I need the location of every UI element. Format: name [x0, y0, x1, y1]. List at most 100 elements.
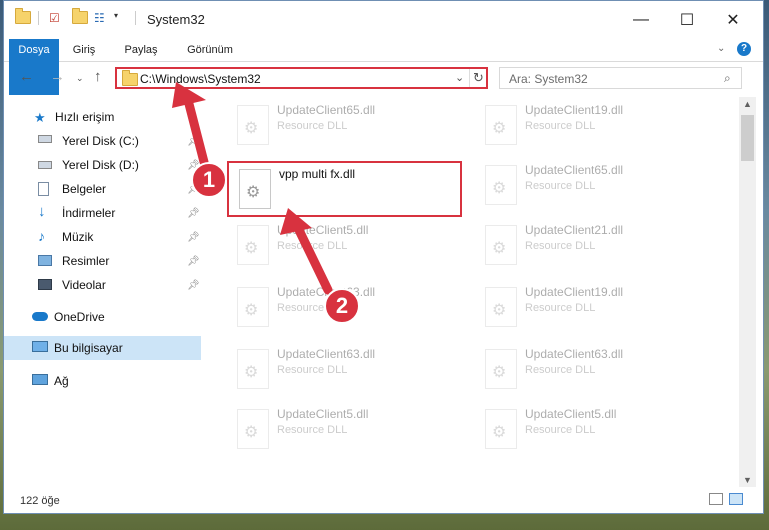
file-item-highlighted[interactable]: ⚙ vpp multi fx.dll	[227, 161, 462, 217]
dll-file-icon: ⚙	[237, 287, 269, 327]
window-title: System32	[147, 12, 205, 27]
pin-icon[interactable]: 📌︎	[187, 208, 200, 219]
address-folder-icon	[122, 70, 138, 86]
forward-arrow-icon[interactable]: →	[50, 68, 65, 85]
address-dropdown-icon[interactable]: ⌄	[455, 71, 464, 84]
file-item[interactable]: ⚙ UpdateClient21.dll Resource DLL	[475, 219, 710, 275]
file-name: UpdateClient5.dll	[277, 407, 369, 421]
computer-icon	[32, 341, 48, 352]
file-type: Resource DLL	[277, 120, 348, 132]
new-folder-icon[interactable]	[72, 8, 88, 24]
sidebar-item-pictures[interactable]: Resimler 📌︎	[4, 249, 201, 273]
pin-icon[interactable]: 📌︎	[187, 280, 200, 291]
file-item[interactable]: ⚙ UpdateClient19.dll Resource DLL	[475, 99, 710, 155]
address-path: C:\Windows\System32	[140, 72, 261, 86]
help-icon[interactable]: ?	[737, 42, 751, 56]
sidebar-item-onedrive[interactable]: OneDrive	[4, 305, 201, 329]
file-list: ⚙ UpdateClient65.dll Resource DLL ⚙ vpp …	[209, 97, 739, 487]
large-icons-view-icon[interactable]	[729, 493, 743, 505]
tab-view[interactable]: Görünüm	[180, 39, 240, 61]
file-name: UpdateClient65.dll	[277, 103, 376, 117]
refresh-icon[interactable]: ↻	[473, 70, 484, 86]
file-item[interactable]: ⚙ UpdateClient5.dll Resource DLL	[227, 403, 462, 459]
dll-file-icon: ⚙	[485, 105, 517, 145]
sidebar-item-local-disk-c[interactable]: Yerel Disk (C:) 📌︎	[4, 129, 201, 153]
sidebar-item-label: Resimler	[62, 254, 110, 268]
close-button[interactable]: ✕	[710, 1, 756, 39]
navigation-bar: ← → ⌄ ↑ C:\Windows\System32 ⌄ ↻ Ara: Sys…	[4, 62, 763, 94]
search-box[interactable]: Ara: System32 ⌕	[499, 67, 742, 89]
sidebar-item-network[interactable]: Ağ	[4, 369, 201, 393]
tab-home[interactable]: Giriş	[62, 39, 106, 61]
scroll-thumb[interactable]	[741, 115, 754, 161]
dll-file-icon: ⚙	[485, 165, 517, 205]
maximize-button[interactable]: ☐	[664, 1, 710, 39]
file-name: UpdateClient19.dll	[525, 103, 624, 117]
sidebar-item-label: Müzik	[62, 230, 94, 244]
back-arrow-icon[interactable]: ←	[19, 68, 34, 85]
minimize-button[interactable]: —	[618, 1, 664, 39]
sidebar-item-this-pc[interactable]: Bu bilgisayar	[4, 336, 201, 360]
details-view-icon[interactable]	[709, 493, 723, 505]
item-count: 122 öğe	[20, 495, 60, 507]
customize-quick-access-icon[interactable]: ▾	[114, 11, 118, 20]
file-item[interactable]: ⚙ UpdateClient5.dll Resource DLL	[475, 403, 710, 459]
dll-file-icon: ⚙	[237, 105, 269, 145]
sidebar-item-documents[interactable]: Belgeler 📌︎	[4, 177, 201, 201]
scroll-down-icon[interactable]: ▼	[743, 475, 752, 485]
callout-badge-1: 1	[191, 162, 227, 198]
pin-icon[interactable]: 📌︎	[187, 136, 200, 147]
file-item[interactable]: ⚙ UpdateClient63.dll Resource DLL	[227, 343, 462, 399]
file-item[interactable]: ⚙ UpdateClient63.dll Resource DLL	[475, 343, 710, 399]
address-bar[interactable]: C:\Windows\System32 ⌄ ↻	[115, 67, 488, 89]
dll-file-icon: ⚙	[485, 287, 517, 327]
dll-file-icon: ⚙	[239, 169, 271, 209]
sidebar-item-downloads[interactable]: ↓ İndirmeler 📌︎	[4, 201, 201, 225]
title-separator	[135, 11, 136, 25]
dll-file-icon: ⚙	[485, 225, 517, 265]
sidebar-item-local-disk-d[interactable]: Yerel Disk (D:) 📌︎	[4, 153, 201, 177]
navigation-pane: ★ Hızlı erişim Yerel Disk (C:) 📌︎ Yerel …	[4, 97, 204, 487]
file-type: Resource DLL	[277, 424, 348, 436]
sidebar-item-videos[interactable]: Videolar 📌︎	[4, 273, 201, 297]
file-type: Resource DLL	[525, 302, 596, 314]
sidebar-item-music[interactable]: ♪ Müzik 📌︎	[4, 225, 201, 249]
file-name: UpdateClient21.dll	[525, 223, 624, 237]
file-item[interactable]: ⚙ UpdateClient65.dll Resource DLL	[227, 99, 462, 155]
view-options-icon[interactable]: ☷	[94, 11, 105, 25]
sidebar-item-label: Hızlı erişim	[55, 110, 115, 124]
file-type: Resource DLL	[525, 240, 596, 252]
expand-ribbon-icon[interactable]: ⌄	[717, 43, 725, 54]
file-type: Resource DLL	[277, 364, 348, 376]
explorer-window: ☑ ☷ ▾ System32 — ☐ ✕ Dosya Giriş Paylaş …	[3, 0, 764, 514]
address-divider	[469, 69, 470, 87]
file-type: Resource DLL	[525, 424, 596, 436]
search-icon[interactable]: ⌕	[724, 71, 731, 86]
vertical-scrollbar[interactable]: ▲ ▼	[739, 97, 756, 487]
properties-icon[interactable]: ☑	[49, 11, 60, 25]
drive-icon	[38, 161, 52, 169]
sidebar-item-label: Yerel Disk (C:)	[62, 134, 139, 148]
pin-icon[interactable]: 📌︎	[187, 232, 200, 243]
dll-file-icon: ⚙	[485, 409, 517, 449]
file-name: UpdateClient63.dll	[277, 347, 376, 361]
sidebar-item-label: OneDrive	[54, 310, 105, 324]
file-name: UpdateClient65.dll	[525, 163, 624, 177]
sidebar-item-quick-access[interactable]: ★ Hızlı erişim	[4, 105, 201, 129]
scroll-up-icon[interactable]: ▲	[743, 99, 752, 109]
tab-share[interactable]: Paylaş	[117, 39, 165, 61]
file-item[interactable]: ⚙ UpdateClient5.dll Resource DLL	[227, 219, 462, 275]
file-type: Resource DLL	[525, 120, 596, 132]
dll-file-icon: ⚙	[485, 349, 517, 389]
recent-locations-icon[interactable]: ⌄	[76, 73, 84, 84]
dll-file-icon: ⚙	[237, 349, 269, 389]
up-arrow-icon[interactable]: ↑	[94, 68, 102, 85]
file-item[interactable]: ⚙ UpdateClient19.dll Resource DLL	[475, 281, 710, 337]
quick-access-separator	[38, 11, 39, 25]
download-icon: ↓	[38, 203, 46, 220]
pictures-icon	[38, 255, 52, 266]
file-item[interactable]: ⚙ UpdateClient65.dll Resource DLL	[475, 159, 710, 215]
pin-icon[interactable]: 📌︎	[187, 256, 200, 267]
sidebar-item-label: Belgeler	[62, 182, 107, 196]
view-buttons	[709, 493, 743, 505]
